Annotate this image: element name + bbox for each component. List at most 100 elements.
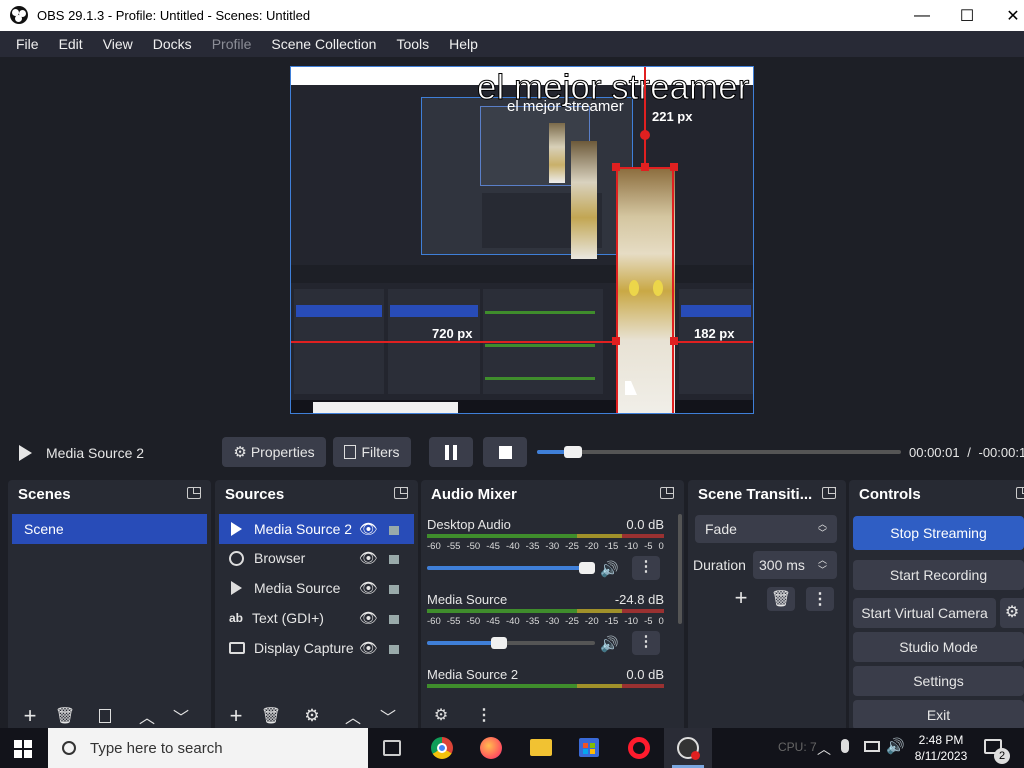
menu-file[interactable]: File <box>6 36 49 52</box>
menu-view[interactable]: View <box>93 36 143 52</box>
move-down-icon[interactable]: ﹀ <box>168 705 194 727</box>
guide-right-line <box>674 341 753 343</box>
microphone-icon[interactable] <box>841 739 849 753</box>
filters-button[interactable]: Filters <box>333 437 411 467</box>
advanced-audio-gear-icon[interactable]: ⚙ <box>427 705 455 727</box>
volume-handle[interactable] <box>491 637 508 649</box>
minimize-button[interactable]: — <box>899 0 945 31</box>
chrome-icon[interactable] <box>431 737 453 759</box>
maximize-button[interactable]: ☐ <box>944 0 990 31</box>
resize-handle-tl[interactable] <box>612 163 620 171</box>
speaker-icon[interactable]: 🔊 <box>600 635 619 653</box>
firefox-icon[interactable] <box>480 737 502 759</box>
clock[interactable]: 2:48 PM 8/11/2023 <box>912 732 970 764</box>
pause-button[interactable] <box>429 437 473 467</box>
resize-handle-tr[interactable] <box>670 163 678 171</box>
mixer-scrollbar[interactable] <box>678 514 682 624</box>
eye-icon[interactable]: 👁 <box>359 639 378 657</box>
move-up-icon[interactable]: ︿ <box>340 705 366 727</box>
lock-icon[interactable] <box>389 645 399 654</box>
add-scene-button[interactable]: + <box>17 703 43 728</box>
undock-icon[interactable] <box>394 487 408 499</box>
taskbar-search-box[interactable]: Type here to search <box>48 728 368 768</box>
store-icon[interactable] <box>579 738 599 757</box>
move-down-icon[interactable]: ﹀ <box>375 705 401 727</box>
menu-edit[interactable]: Edit <box>49 36 93 52</box>
file-explorer-icon[interactable] <box>530 739 552 756</box>
volume-icon[interactable]: 🔊 <box>886 737 905 755</box>
menu-scene-collection[interactable]: Scene Collection <box>261 36 386 52</box>
undock-icon[interactable] <box>660 487 674 499</box>
network-icon[interactable] <box>864 741 880 752</box>
trash-icon[interactable]: 🗑 <box>52 705 78 727</box>
move-up-icon[interactable]: ︿ <box>134 705 160 727</box>
spin-arrows-icon[interactable]: ︿ ﹀ <box>818 555 827 575</box>
more-options-icon[interactable]: ⋮ <box>632 631 660 655</box>
preview-canvas[interactable]: el mejor streamer el mejor streamer 221 … <box>290 66 754 414</box>
settings-button[interactable]: Settings <box>853 666 1024 696</box>
volume-slider[interactable] <box>427 637 595 649</box>
exit-button[interactable]: Exit <box>853 700 1024 730</box>
stop-button[interactable] <box>483 437 527 467</box>
lock-icon[interactable] <box>389 526 399 535</box>
source-item[interactable]: Browser 👁 <box>219 543 414 573</box>
mixer-menu-icon[interactable]: ⋮ <box>470 705 498 727</box>
stop-streaming-button[interactable]: Stop Streaming <box>853 516 1024 550</box>
close-button[interactable]: ✕ <box>990 0 1024 31</box>
channel-name: Media Source <box>427 592 508 607</box>
trash-icon[interactable]: 🗑 <box>767 587 795 611</box>
more-options-icon[interactable]: ⋮ <box>632 556 660 580</box>
speaker-icon[interactable]: 🔊 <box>600 560 619 578</box>
add-source-button[interactable]: + <box>223 703 249 728</box>
seek-handle[interactable] <box>564 446 583 458</box>
menu-help[interactable]: Help <box>439 36 488 52</box>
selection-box[interactable] <box>616 167 674 413</box>
properties-button[interactable]: ⚙ Properties <box>222 437 326 467</box>
virtual-camera-settings-gear-icon[interactable]: ⚙ <box>1000 598 1024 628</box>
more-options-icon[interactable]: ⋮ <box>806 587 834 611</box>
taskbar: Type here to search CPU: 7 ︿ 🔊 2:48 PM 8… <box>0 728 1024 768</box>
scene-transitions-dock: Scene Transiti... Fade ︿ ﹀ Duration 300 m… <box>688 480 846 732</box>
audio-meter <box>427 684 664 688</box>
windows-start-icon[interactable] <box>14 740 32 758</box>
chevron-up-icon[interactable]: ︿ <box>817 739 831 759</box>
start-virtual-camera-button[interactable]: Start Virtual Camera <box>853 598 996 628</box>
volume-slider[interactable] <box>427 562 595 574</box>
scene-item[interactable]: Scene <box>12 514 207 544</box>
obs-taskbar-button[interactable] <box>664 728 712 768</box>
studio-mode-button[interactable]: Studio Mode <box>853 632 1024 662</box>
eye-icon[interactable]: 👁 <box>359 520 378 538</box>
lock-icon[interactable] <box>389 585 399 594</box>
media-seek-slider[interactable] <box>537 446 901 458</box>
menu-profile[interactable]: Profile <box>202 36 262 52</box>
eye-icon[interactable]: 👁 <box>359 549 378 567</box>
undock-icon[interactable] <box>822 487 836 499</box>
source-item[interactable]: Display Capture 👁 <box>219 633 414 663</box>
undock-icon[interactable] <box>1016 487 1024 499</box>
eye-icon[interactable]: 👁 <box>359 579 378 597</box>
source-item[interactable]: Media Source 👁 <box>219 573 414 603</box>
rotate-handle[interactable] <box>640 130 650 140</box>
source-item[interactable]: Media Source 2 👁 <box>219 514 414 544</box>
menu-docks[interactable]: Docks <box>143 36 202 52</box>
volume-handle[interactable] <box>579 562 595 574</box>
eye-icon[interactable]: 👁 <box>359 609 378 627</box>
opera-icon[interactable] <box>628 737 650 759</box>
trash-icon[interactable]: 🗑 <box>258 705 284 727</box>
scene-filters-icon[interactable] <box>92 705 118 727</box>
menu-tools[interactable]: Tools <box>386 36 439 52</box>
lock-icon[interactable] <box>389 555 399 564</box>
add-transition-button[interactable]: + <box>728 585 754 610</box>
gear-icon[interactable]: ⚙ <box>299 705 325 727</box>
undock-icon[interactable] <box>187 487 201 499</box>
duration-spinbox[interactable]: 300 ms ︿ ﹀ <box>753 551 837 579</box>
start-recording-button[interactable]: Start Recording <box>853 560 1024 590</box>
task-view-icon[interactable] <box>383 740 401 756</box>
time-separator: / <box>967 445 971 460</box>
transition-select[interactable]: Fade ︿ ﹀ <box>695 515 837 543</box>
resize-handle-l[interactable] <box>612 337 620 345</box>
lock-icon[interactable] <box>389 615 399 624</box>
resize-handle-r[interactable] <box>670 337 678 345</box>
resize-handle-t[interactable] <box>641 163 649 171</box>
source-item[interactable]: ab Text (GDI+) 👁 <box>219 603 414 633</box>
